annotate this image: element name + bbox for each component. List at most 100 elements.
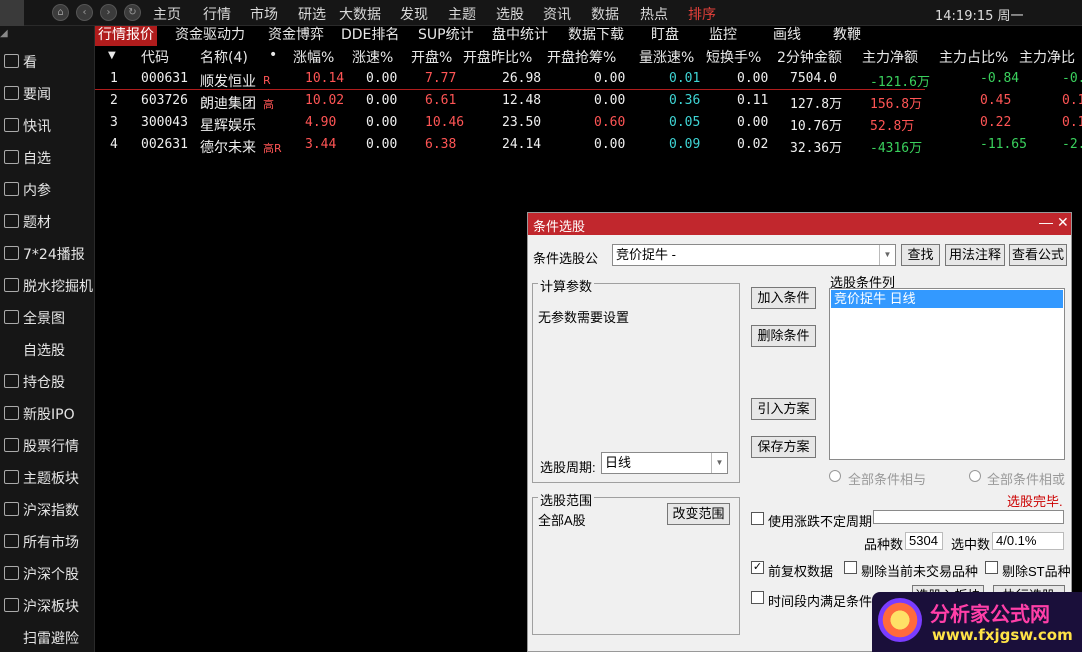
sidebar-item[interactable]: 持仓股 (0, 368, 95, 396)
column-header[interactable]: 量涨速% (639, 47, 694, 67)
column-header[interactable]: 开盘昨比% (463, 47, 532, 67)
all-or-radio[interactable] (969, 470, 981, 482)
menu-item[interactable]: 热点 (640, 4, 668, 23)
close-icon[interactable]: ✕ (1057, 214, 1069, 231)
tab[interactable]: SUP统计 (415, 26, 477, 46)
forward-icon[interactable]: › (100, 4, 117, 21)
column-header[interactable]: 2分钟金额 (777, 47, 842, 67)
sidebar-item-label: 主题板块 (23, 471, 79, 487)
tab[interactable]: 资金博弈 (265, 26, 327, 46)
menu-item[interactable]: 数据 (591, 4, 619, 23)
table-cell: 顺发恒业 (200, 74, 256, 90)
sidebar-item[interactable]: 内参 (0, 176, 95, 204)
chevron-down-icon[interactable]: ▼ (879, 245, 895, 265)
tab[interactable]: 盯盘 (648, 26, 682, 46)
period-label: 选股周期: (540, 460, 596, 475)
sidebar-item[interactable]: 新股IPO (0, 400, 95, 428)
sidebar-item[interactable]: 沪深板块 (0, 592, 95, 620)
tab[interactable]: 资金驱动力 (172, 26, 248, 46)
all-and-radio[interactable] (829, 470, 841, 482)
column-header[interactable]: 主力占比% (939, 47, 1008, 67)
sidebar-item[interactable]: 股票行情 (0, 432, 95, 460)
column-header[interactable]: 开盘抢筹% (547, 47, 616, 67)
tab[interactable]: 数据下载 (565, 26, 627, 46)
import-plan-button[interactable]: 引入方案 (751, 398, 816, 420)
save-plan-button[interactable]: 保存方案 (751, 436, 816, 458)
menu-item[interactable]: 排序 (688, 4, 716, 23)
menu-item[interactable]: 主页 (153, 4, 181, 23)
selected-number: 4/0.1% (996, 533, 1037, 548)
tab[interactable]: DDE排名 (338, 26, 402, 46)
condition-list-item[interactable]: 竞价捉牛 日线 (831, 290, 1063, 308)
adj-data-checkbox[interactable]: ✓ (751, 561, 764, 574)
column-header[interactable]: 代码 (141, 47, 169, 67)
column-header[interactable]: 涨速% (352, 47, 393, 67)
selected-row-line (95, 89, 925, 90)
column-header[interactable]: 主力净比 (1019, 47, 1075, 67)
refresh-icon[interactable]: ↻ (124, 4, 141, 21)
table-cell: -2.8 (1062, 137, 1082, 152)
table-row[interactable]: 1 000631 顺发恒业 10.14 0.00 7.77 26.98 0.00 0.01 0.0… (0, 70, 1082, 90)
menu-item[interactable]: 市场 (250, 4, 278, 23)
column-header[interactable]: 涨幅% (293, 47, 334, 67)
column-header[interactable]: 开盘% (411, 47, 452, 67)
menu-item[interactable]: 发现 (400, 4, 428, 23)
menu-item[interactable]: 行情 (203, 4, 231, 23)
menu-item[interactable]: 主题 (448, 4, 476, 23)
menu-item[interactable]: 资讯 (543, 4, 571, 23)
exclude-untraded-checkbox[interactable] (844, 561, 857, 574)
sidebar-item[interactable]: 主题板块 (0, 464, 95, 492)
table-row[interactable]: 2 603726 朗迪集团 10.02 0.00 6.61 12.48 0.00 0.36 0.1… (0, 92, 1082, 112)
chevron-down-icon[interactable]: ▼ (711, 453, 727, 473)
tab[interactable]: 盘中统计 (489, 26, 551, 46)
sidebar-item[interactable]: 题材 (0, 208, 95, 236)
sidebar-item[interactable]: 扫雷避险 (0, 624, 95, 652)
sort-arrow-icon[interactable]: ▼ (108, 50, 116, 61)
sidebar-item[interactable]: 全景图 (0, 304, 95, 332)
menu-item[interactable]: 大数据 (339, 4, 381, 23)
table-cell: -11.65 (980, 137, 1027, 152)
menu-item[interactable]: 选股 (496, 4, 524, 23)
menu-item[interactable]: 研选 (298, 4, 326, 23)
column-header[interactable]: 主力净额 (862, 47, 918, 67)
view-formula-button[interactable]: 查看公式 (1009, 244, 1067, 266)
usage-button[interactable]: 用法注释 (945, 244, 1005, 266)
use-limit-checkbox[interactable] (751, 512, 764, 525)
tab[interactable]: 监控 (706, 26, 740, 46)
limit-period-input[interactable] (873, 510, 1064, 524)
formula-select[interactable]: 竞价捉牛 - ▼ (612, 244, 896, 266)
table-cell: -0.0 (1062, 71, 1082, 86)
minimize-icon[interactable]: — (1039, 214, 1053, 230)
sidebar-item[interactable]: 7*24播报 (0, 240, 95, 268)
change-scope-button[interactable]: 改变范围 (667, 503, 730, 525)
find-button[interactable]: 查找 (901, 244, 940, 266)
table-row[interactable]: 3 300043 星辉娱乐 4.90 0.00 10.46 23.50 0.60 0.05 0.0… (0, 114, 1082, 134)
sidebar-item[interactable]: 沪深个股 (0, 560, 95, 588)
sidebar-item[interactable]: 所有市场 (0, 528, 95, 556)
back-icon[interactable]: ‹ (76, 4, 93, 21)
table-cell: 星辉娱乐 (200, 118, 256, 134)
home-icon[interactable]: ⌂ (52, 4, 69, 21)
sidebar-item[interactable]: 沪深指数 (0, 496, 95, 524)
delete-condition-button[interactable]: 删除条件 (751, 325, 816, 347)
sidebar-item[interactable]: 自选股 (0, 336, 95, 364)
table-cell: 127.8万 (790, 97, 843, 112)
tab[interactable]: 行情报价 (95, 26, 157, 46)
sidebar-item-icon (4, 278, 19, 292)
add-condition-button[interactable]: 加入条件 (751, 287, 816, 309)
table-row[interactable]: 4 002631 德尔未来 3.44 0.00 6.38 24.14 0.00 0.09 0.02… (0, 136, 1082, 156)
condition-list[interactable]: 竞价捉牛 日线 (829, 288, 1065, 460)
table-cell: 7504.0 (790, 71, 837, 86)
table-cell: 2 (110, 93, 118, 108)
count-number: 5304 (909, 533, 938, 548)
exclude-st-checkbox[interactable] (985, 561, 998, 574)
period-select[interactable]: 日线 ▼ (601, 452, 728, 474)
sidebar-item[interactable]: 脱水挖掘机 (0, 272, 95, 300)
timeframe-checkbox[interactable] (751, 591, 764, 604)
tab[interactable]: 教鞭 (830, 26, 864, 46)
column-header[interactable]: 短换手% (706, 47, 761, 67)
table-cell: 0.09 (669, 137, 701, 152)
tab[interactable]: 画线 (770, 26, 804, 46)
column-header[interactable]: • (269, 47, 277, 63)
column-header[interactable]: 名称(4) (200, 47, 248, 67)
